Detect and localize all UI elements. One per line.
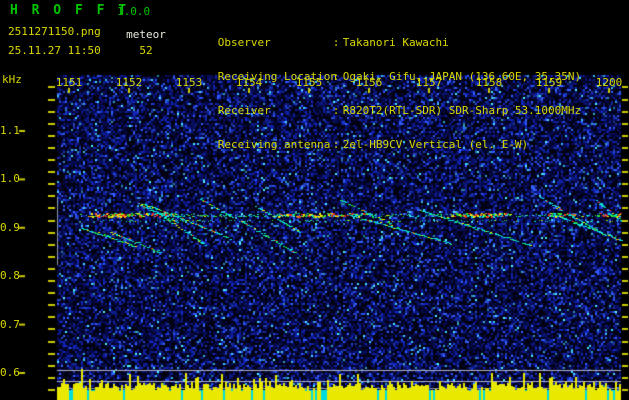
info-value: Takanori Kawachi [342, 36, 449, 49]
info-row-receiver: Receiver: R820T2(RTL-SDR) SDR-Sharp 53.10… [178, 94, 581, 116]
meteor-count-value: 52 [139, 44, 153, 57]
x-tick-label: 1158 [475, 76, 503, 89]
x-tick-label: 1156 [355, 76, 383, 89]
y-tick-label: 1.1 [0, 124, 20, 137]
y-axis-unit-label: kHz [2, 73, 22, 86]
x-tick-label: 1157 [415, 76, 443, 89]
output-filename: 2511271150.png [8, 25, 101, 38]
info-separator: : [332, 104, 340, 117]
info-row-antenna: Receiving antenna:2el-HB9CV Vertical (el… [178, 128, 581, 150]
info-label: Receiver [217, 104, 271, 117]
y-tick-label: 0.8 [0, 269, 20, 283]
meteor-count-label: meteor [126, 28, 166, 41]
info-value: 2el-HB9CV Vertical (el. E-W) [342, 138, 529, 151]
info-value: R820T2(RTL-SDR) SDR-Sharp 53.1000MHz [342, 104, 582, 117]
x-tick-label: 1159 [535, 76, 563, 89]
x-tick-label: 1153 [175, 76, 203, 89]
info-label: Observer [217, 36, 271, 49]
x-tick-label: 1154 [235, 76, 263, 89]
x-tick-label: 1151 [55, 76, 83, 89]
info-label: Receiving antenna [217, 138, 331, 151]
x-tick-label: 1155 [295, 76, 323, 89]
info-row-observer: Observer: Takanori Kawachi [178, 26, 581, 48]
hrofft-window: H R O F F T 1.0.0 2511271150.png meteor … [0, 0, 629, 400]
info-separator: : [332, 70, 340, 83]
x-tick-label: 1200 [595, 76, 623, 89]
info-separator: : [332, 138, 340, 151]
app-title: H R O F F T [10, 3, 130, 18]
observation-datetime: 25.11.27 11:50 [8, 44, 101, 57]
info-separator: : [332, 36, 340, 49]
x-tick-label: 1152 [115, 76, 143, 89]
info-row-location: Receiving Location: Ogaki, Gifu, JAPAN (1… [178, 60, 581, 82]
y-tick-label: 0.6 [0, 366, 20, 379]
y-tick-label: 1.0 [0, 172, 20, 186]
app-version: 1.0.0 [117, 5, 151, 18]
y-tick-label: 0.9 [0, 220, 20, 234]
y-tick-label: 0.7 [0, 317, 20, 331]
